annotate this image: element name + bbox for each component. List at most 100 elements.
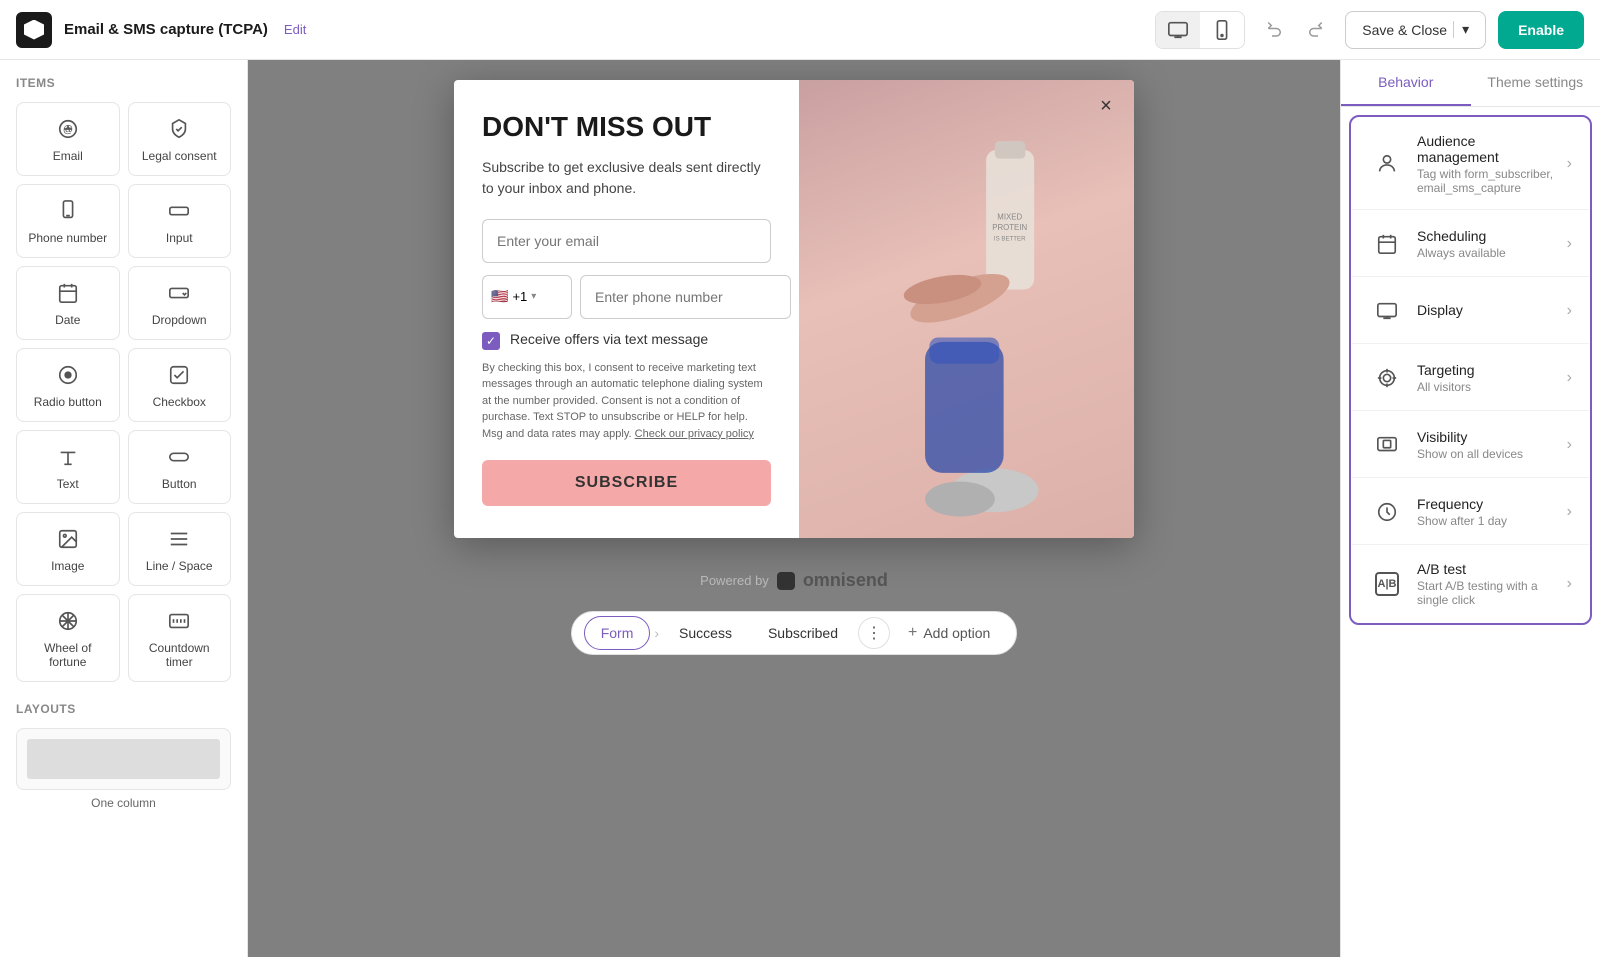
visibility-content: Visibility Show on all devices	[1417, 429, 1555, 461]
popup-right-panel: MIXED PROTEIN IS BETTER	[799, 80, 1134, 538]
behavior-item-frequency[interactable]: Frequency Show after 1 day ›	[1351, 478, 1590, 545]
items-section-title: Items	[16, 76, 231, 90]
one-column-layout[interactable]	[16, 728, 231, 790]
email-input[interactable]	[482, 219, 771, 263]
item-line-space[interactable]: Line / Space	[128, 512, 232, 586]
scheduling-arrow-icon: ›	[1567, 235, 1572, 253]
main-area: Items @ Email Legal consent Phone number	[0, 60, 1600, 957]
scheduling-content: Scheduling Always available	[1417, 228, 1555, 260]
scheduling-title: Scheduling	[1417, 228, 1555, 244]
mobile-view-button[interactable]	[1200, 12, 1244, 48]
line-space-label: Line / Space	[146, 559, 213, 573]
undo-button[interactable]	[1257, 12, 1293, 48]
left-sidebar: Items @ Email Legal consent Phone number	[0, 60, 248, 957]
visibility-subtitle: Show on all devices	[1417, 447, 1555, 461]
email-label: Email	[53, 149, 83, 163]
add-option-button[interactable]: + Add option	[894, 616, 1004, 650]
behavior-item-display[interactable]: Display ›	[1351, 277, 1590, 344]
sms-checkbox[interactable]: ✓	[482, 332, 500, 350]
save-close-button[interactable]: Save & Close ▾	[1345, 11, 1486, 49]
popup-headline: DON'T MISS OUT	[482, 112, 771, 143]
subscribe-button[interactable]: SUBSCRIBE	[482, 460, 771, 506]
text-label: Text	[57, 477, 79, 491]
tab-more-options-button[interactable]: ⋮	[858, 617, 890, 649]
tab-success[interactable]: Success	[663, 617, 748, 649]
display-content: Display	[1417, 302, 1555, 320]
scheduling-subtitle: Always available	[1417, 246, 1555, 260]
phone-input[interactable]	[580, 275, 791, 319]
audience-content: Audience management Tag with form_subscr…	[1417, 133, 1555, 195]
desktop-view-button[interactable]	[1156, 12, 1200, 48]
item-image[interactable]: Image	[16, 512, 120, 586]
tab-theme-settings[interactable]: Theme settings	[1471, 60, 1600, 106]
behavior-item-audience[interactable]: Audience management Tag with form_subscr…	[1351, 117, 1590, 210]
undo-redo-group	[1257, 12, 1333, 48]
item-input[interactable]: Input	[128, 184, 232, 258]
ab-test-icon: A|B	[1369, 566, 1405, 602]
page-title: Email & SMS capture (TCPA)	[64, 21, 268, 38]
audience-arrow-icon: ›	[1567, 155, 1572, 173]
audience-subtitle: Tag with form_subscriber, email_sms_capt…	[1417, 167, 1555, 195]
dropdown-label: Dropdown	[152, 313, 207, 327]
save-chevron-icon: ▾	[1453, 21, 1469, 38]
tab-behavior[interactable]: Behavior	[1341, 60, 1471, 106]
item-phone-number[interactable]: Phone number	[16, 184, 120, 258]
popup-close-button[interactable]: ×	[1092, 92, 1120, 120]
behavior-list: Audience management Tag with form_subscr…	[1349, 115, 1592, 625]
country-code-selector[interactable]: 🇺🇸 +1 ▾	[482, 275, 572, 319]
behavior-item-targeting[interactable]: Targeting All visitors ›	[1351, 344, 1590, 411]
checkbox-check-icon: ✓	[486, 334, 496, 348]
popup-modal: × DON'T MISS OUT Subscribe to get exclus…	[454, 80, 1134, 538]
ab-test-arrow-icon: ›	[1567, 575, 1572, 593]
input-icon	[165, 197, 193, 225]
date-label: Date	[55, 313, 80, 327]
canvas: × DON'T MISS OUT Subscribe to get exclus…	[248, 60, 1340, 957]
audience-title: Audience management	[1417, 133, 1555, 165]
item-legal-consent[interactable]: Legal consent	[128, 102, 232, 176]
right-panel: Behavior Theme settings Audience managem…	[1340, 60, 1600, 957]
omnisend-logo-icon	[777, 572, 795, 590]
behavior-item-visibility[interactable]: Visibility Show on all devices ›	[1351, 411, 1590, 478]
form-step-tabs: Form › Success Subscribed ⋮ + Add option	[571, 611, 1018, 655]
legal-consent-label: Legal consent	[142, 149, 217, 163]
edit-link[interactable]: Edit	[284, 22, 306, 37]
item-dropdown[interactable]: Dropdown	[128, 266, 232, 340]
layouts-section: One column	[16, 728, 231, 810]
item-countdown-timer[interactable]: Countdown timer	[128, 594, 232, 682]
countdown-timer-label: Countdown timer	[137, 641, 223, 669]
frequency-arrow-icon: ›	[1567, 503, 1572, 521]
topbar: Email & SMS capture (TCPA) Edit Save & C…	[0, 0, 1600, 60]
input-label: Input	[166, 231, 193, 245]
device-toggle	[1155, 11, 1245, 49]
country-flag: 🇺🇸	[491, 288, 508, 305]
item-email[interactable]: @ Email	[16, 102, 120, 176]
text-icon	[54, 443, 82, 471]
checkbox-label: Checkbox	[153, 395, 206, 409]
sms-checkbox-label: Receive offers via text message	[510, 331, 708, 347]
frequency-subtitle: Show after 1 day	[1417, 514, 1555, 528]
item-button[interactable]: Button	[128, 430, 232, 504]
item-checkbox[interactable]: Checkbox	[128, 348, 232, 422]
radio-button-icon	[54, 361, 82, 389]
item-date[interactable]: Date	[16, 266, 120, 340]
display-arrow-icon: ›	[1567, 302, 1572, 320]
redo-button[interactable]	[1297, 12, 1333, 48]
scheduling-icon	[1369, 226, 1405, 262]
enable-button[interactable]: Enable	[1498, 11, 1584, 49]
display-icon	[1369, 293, 1405, 329]
item-radio-button[interactable]: Radio button	[16, 348, 120, 422]
visibility-title: Visibility	[1417, 429, 1555, 445]
targeting-arrow-icon: ›	[1567, 369, 1572, 387]
item-text[interactable]: Text	[16, 430, 120, 504]
line-space-icon	[165, 525, 193, 553]
tab-form[interactable]: Form	[584, 616, 651, 650]
legal-consent-icon	[165, 115, 193, 143]
layouts-section-title: Layouts	[16, 702, 231, 716]
ab-test-badge: A|B	[1375, 572, 1399, 596]
behavior-item-ab-test[interactable]: A|B A/B test Start A/B testing with a si…	[1351, 545, 1590, 623]
item-wheel-fortune[interactable]: Wheel of fortune	[16, 594, 120, 682]
behavior-item-scheduling[interactable]: Scheduling Always available ›	[1351, 210, 1590, 277]
sms-consent-row: ✓ Receive offers via text message	[482, 331, 771, 350]
privacy-policy-link[interactable]: Check our privacy policy	[635, 428, 754, 440]
tab-subscribed[interactable]: Subscribed	[752, 617, 854, 649]
